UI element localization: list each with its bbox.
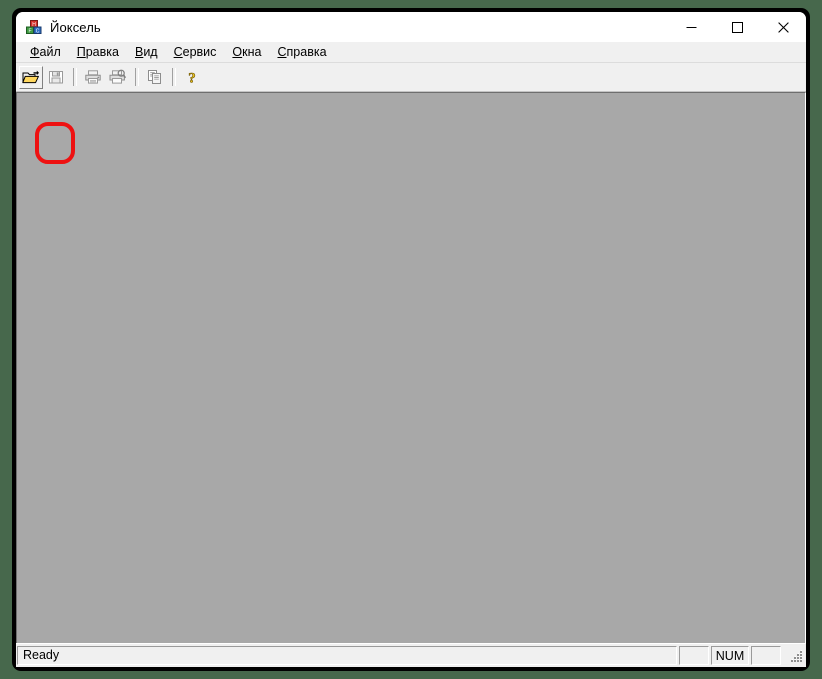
status-bar: Ready NUM (16, 643, 806, 667)
toolbar: ? (16, 62, 806, 164)
menu-windows-rest: кна (242, 44, 262, 59)
menu-help-rest: правка (286, 44, 327, 59)
caption-button-group (668, 12, 806, 42)
menu-help-accel: С (277, 44, 287, 59)
printer-icon (85, 70, 101, 84)
svg-text:C: C (36, 28, 40, 34)
menu-file-accel: Ф (30, 44, 40, 59)
toolbar-separator-1 (73, 68, 77, 86)
status-pane-1 (679, 646, 709, 665)
toolbar-button-print-preview[interactable] (106, 66, 130, 89)
menu-item-file[interactable]: Файл (22, 43, 69, 62)
maximize-icon (731, 21, 743, 33)
toolbar-button-save-file[interactable] (44, 66, 68, 89)
maximize-button[interactable] (714, 12, 760, 42)
toolbar-separator-3 (172, 68, 176, 86)
svg-text:F: F (28, 28, 31, 34)
toy-blocks-icon: H F C (26, 19, 42, 35)
close-icon (777, 21, 789, 33)
resize-grip[interactable] (790, 649, 804, 663)
toolbar-button-print[interactable] (81, 66, 105, 89)
question-mark-icon: ? (188, 70, 196, 86)
menu-service-rest: ервис (182, 44, 217, 59)
svg-text:?: ? (188, 71, 196, 86)
menu-bar: Файл Правка Вид Сервис Окна Справка (16, 42, 806, 62)
toolbar-separator-2 (135, 68, 139, 86)
menu-item-view[interactable]: Вид (127, 43, 166, 62)
status-pane-num: NUM (711, 646, 749, 665)
toolbar-button-open-file[interactable] (19, 65, 43, 89)
menu-item-windows[interactable]: Окна (224, 43, 269, 62)
title-bar: H F C Йоксель (16, 12, 806, 42)
mdi-client-area[interactable] (16, 92, 806, 643)
toolbar-button-help[interactable]: ? (180, 66, 204, 89)
menu-view-rest: ид (143, 44, 158, 59)
floppy-disk-icon (49, 71, 63, 84)
menu-item-edit[interactable]: Правка (69, 43, 127, 62)
open-folder-icon (22, 70, 39, 84)
menu-edit-rest: равка (85, 44, 119, 59)
toolbar-button-copy[interactable] (143, 66, 167, 89)
minimize-button[interactable] (668, 12, 714, 42)
status-message: Ready (17, 646, 677, 665)
application-window: H F C Йоксель Файл Правка Вид Сервис Окн… (16, 12, 806, 667)
minimize-icon (686, 26, 696, 28)
menu-item-service[interactable]: Сервис (166, 43, 225, 62)
status-pane-3 (751, 646, 781, 665)
menu-item-help[interactable]: Справка (269, 43, 334, 62)
menu-file-rest: айл (39, 44, 61, 59)
print-preview-icon (109, 69, 127, 84)
menu-service-accel: С (173, 44, 183, 59)
close-button[interactable] (760, 12, 806, 42)
menu-edit-accel: П (76, 44, 86, 59)
menu-windows-accel: О (232, 44, 243, 59)
window-title: Йоксель (50, 19, 101, 35)
copy-icon (148, 70, 161, 84)
